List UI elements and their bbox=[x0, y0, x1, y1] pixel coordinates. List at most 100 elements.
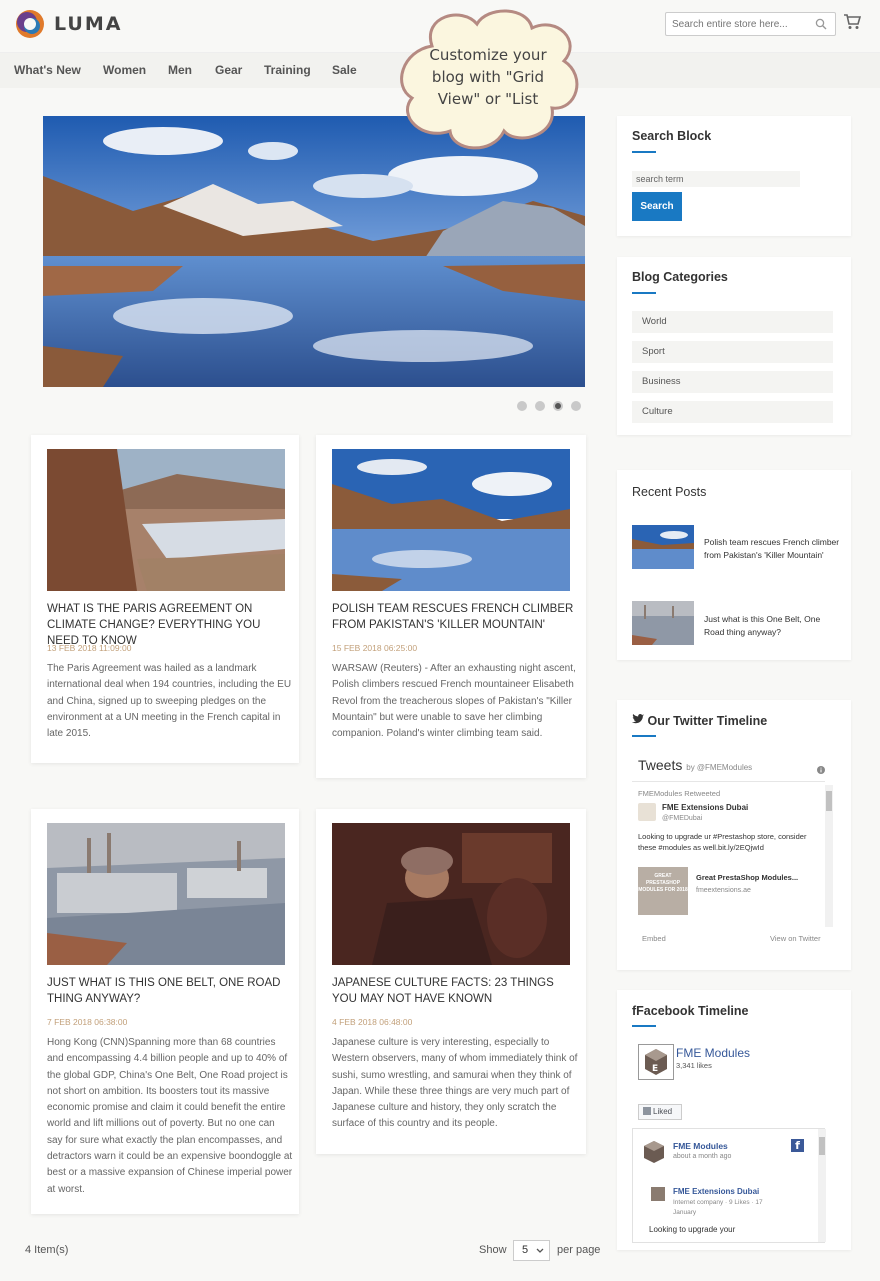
twitter-scrollbar[interactable] bbox=[825, 785, 833, 927]
nav-item-men[interactable]: Men bbox=[168, 63, 192, 77]
post-thumbnail[interactable] bbox=[47, 449, 285, 591]
blog-search-input[interactable]: search term bbox=[632, 171, 800, 187]
facebook-timeline-widget: fFacebook Timeline E FME Modules 3,341 l… bbox=[617, 990, 851, 1250]
divider bbox=[632, 781, 825, 782]
post-date: 7 FEB 2018 06:38:00 bbox=[47, 1017, 128, 1027]
fb-liked-button[interactable]: Liked bbox=[638, 1104, 682, 1120]
twitter-bird-icon bbox=[632, 714, 647, 728]
fb-shared-avatar[interactable] bbox=[651, 1187, 665, 1201]
tweet-card-title[interactable]: Great PrestaShop Modules... bbox=[696, 873, 798, 882]
category-item-business[interactable]: Business bbox=[632, 371, 833, 393]
tweet-handle[interactable]: @FMEDubai bbox=[662, 815, 702, 822]
tweet-author[interactable]: FME Extensions Dubai bbox=[662, 803, 748, 812]
post-title[interactable]: WHAT IS THE PARIS AGREEMENT ON CLIMATE C… bbox=[47, 601, 293, 649]
title-underline bbox=[632, 735, 656, 737]
tweets-by[interactable]: by @FMEModules bbox=[686, 763, 752, 772]
category-item-world[interactable]: World bbox=[632, 311, 833, 333]
twitter-embed[interactable]: Tweets by @FMEModules FMEModules Retweet… bbox=[632, 745, 837, 945]
post-title[interactable]: JAPANESE CULTURE FACTS: 23 THINGS YOU MA… bbox=[332, 975, 578, 1007]
fb-post-author[interactable]: FME Modules bbox=[673, 1141, 728, 1151]
post-date: 15 FEB 2018 06:25:00 bbox=[332, 643, 418, 653]
slider-dot-4[interactable] bbox=[571, 401, 581, 411]
slider-dot-2[interactable] bbox=[535, 401, 545, 411]
cart-icon[interactable] bbox=[843, 14, 862, 35]
post-excerpt: WARSAW (Reuters) - After an exhausting n… bbox=[332, 663, 576, 740]
recent-posts-widget: Recent Posts Polish team rescues French … bbox=[617, 470, 851, 660]
fb-page-name[interactable]: FME Modules bbox=[676, 1046, 750, 1060]
item-count: 4 Item(s) bbox=[25, 1244, 69, 1256]
fb-shared-meta-2: January bbox=[673, 1209, 697, 1216]
post-thumbnail[interactable] bbox=[332, 823, 570, 965]
callout-line-3: View" or "List bbox=[437, 90, 539, 108]
fb-shared-meta: Internet company · 9 Likes · 17 bbox=[673, 1199, 763, 1206]
blog-search-button[interactable]: Search bbox=[632, 192, 682, 221]
fb-post-avatar[interactable] bbox=[641, 1139, 667, 1165]
luma-logo[interactable]: LUMA bbox=[14, 8, 122, 40]
store-search[interactable] bbox=[665, 12, 836, 36]
search-icon[interactable] bbox=[815, 17, 827, 35]
store-search-input[interactable] bbox=[666, 13, 806, 35]
search-block-widget: Search Block search term Search bbox=[617, 116, 851, 236]
post-date: 4 FEB 2018 06:48:00 bbox=[332, 1017, 413, 1027]
embed-link[interactable]: Embed bbox=[642, 934, 666, 943]
tweet-card-image-text: GREAT PRESTASHOP MODULES FOR 2018 bbox=[638, 873, 688, 893]
page-size-value: 5 bbox=[522, 1244, 529, 1256]
tweet-card-image[interactable]: GREAT PRESTASHOP MODULES FOR 2018 bbox=[638, 867, 688, 915]
nav-item-whats-new[interactable]: What's New bbox=[14, 63, 81, 77]
tweets-heading: Tweets bbox=[638, 757, 683, 773]
post-card: JAPANESE CULTURE FACTS: 23 THINGS YOU MA… bbox=[316, 809, 586, 1154]
post-thumbnail[interactable] bbox=[47, 823, 285, 965]
retweet-label: FMEModules Retweeted bbox=[638, 789, 721, 798]
facebook-logo-icon[interactable]: f bbox=[791, 1139, 804, 1152]
widget-title: fFacebook Timeline bbox=[632, 1004, 748, 1018]
tweet-card-domain: fmeextensions.ae bbox=[696, 887, 751, 894]
info-icon[interactable] bbox=[817, 761, 825, 779]
nav-item-gear[interactable]: Gear bbox=[215, 63, 242, 77]
scroll-thumb[interactable] bbox=[826, 791, 832, 811]
widget-title: Recent Posts bbox=[632, 485, 707, 499]
fb-post-panel: FME Modules about a month ago f FME Exte… bbox=[632, 1128, 826, 1243]
post-thumbnail[interactable] bbox=[332, 449, 570, 591]
fb-like-icon bbox=[643, 1107, 651, 1115]
recent-post-link[interactable]: Just what is this One Belt, One Road thi… bbox=[704, 613, 840, 638]
recent-post-thumbnail[interactable] bbox=[632, 601, 694, 645]
category-item-sport[interactable]: Sport bbox=[632, 341, 833, 363]
page-size-select[interactable]: 5 bbox=[513, 1240, 550, 1261]
facebook-scrollbar[interactable] bbox=[818, 1129, 826, 1242]
post-card: POLISH TEAM RESCUES FRENCH CLIMBER FROM … bbox=[316, 435, 586, 778]
logo-text: LUMA bbox=[54, 13, 123, 35]
post-title[interactable]: JUST WHAT IS THIS ONE BELT, ONE ROAD THI… bbox=[47, 975, 293, 1007]
callout-cloud: Customize your blog with "Grid View" or … bbox=[392, 6, 584, 158]
fb-likes: 3,341 likes bbox=[676, 1061, 712, 1070]
chevron-down-icon bbox=[536, 1241, 544, 1267]
luma-logo-icon bbox=[14, 8, 46, 40]
twitter-timeline-widget: Our Twitter Timeline Tweets by @FMEModul… bbox=[617, 700, 851, 970]
post-card: WHAT IS THE PARIS AGREEMENT ON CLIMATE C… bbox=[31, 435, 299, 763]
fb-post-time[interactable]: about a month ago bbox=[673, 1153, 731, 1160]
nav-item-sale[interactable]: Sale bbox=[332, 63, 357, 77]
view-on-twitter-link[interactable]: View on Twitter bbox=[770, 934, 821, 943]
facebook-title-text: Facebook Timeline bbox=[636, 1004, 749, 1018]
svg-text:E: E bbox=[652, 1064, 658, 1074]
slider-dot-3[interactable] bbox=[553, 401, 563, 411]
nav-item-training[interactable]: Training bbox=[264, 63, 311, 77]
twitter-title-text: Our Twitter Timeline bbox=[647, 714, 768, 728]
category-item-culture[interactable]: Culture bbox=[632, 401, 833, 423]
fb-post-text: Looking to upgrade your bbox=[649, 1225, 736, 1234]
callout-line-1: Customize your bbox=[429, 46, 547, 64]
scroll-thumb[interactable] bbox=[819, 1137, 825, 1155]
post-excerpt: Japanese culture is very interesting, es… bbox=[332, 1037, 578, 1130]
post-date: 13 FEB 2018 11:09:00 bbox=[47, 643, 132, 653]
tweet-avatar[interactable] bbox=[638, 803, 656, 821]
recent-post-link[interactable]: Polish team rescues French climber from … bbox=[704, 536, 840, 561]
callout-text: Customize your blog with "Grid View" or … bbox=[406, 44, 570, 110]
fme-logo[interactable]: E bbox=[638, 1044, 674, 1080]
facebook-embed[interactable]: E FME Modules 3,341 likes Liked FME Modu… bbox=[632, 1030, 837, 1245]
post-title[interactable]: POLISH TEAM RESCUES FRENCH CLIMBER FROM … bbox=[332, 601, 578, 633]
slider-dot-1[interactable] bbox=[517, 401, 527, 411]
title-underline bbox=[632, 292, 656, 294]
widget-title: Our Twitter Timeline bbox=[632, 714, 767, 728]
nav-item-women[interactable]: Women bbox=[103, 63, 146, 77]
fb-shared-name[interactable]: FME Extensions Dubai bbox=[673, 1187, 759, 1196]
recent-post-thumbnail[interactable] bbox=[632, 525, 694, 569]
